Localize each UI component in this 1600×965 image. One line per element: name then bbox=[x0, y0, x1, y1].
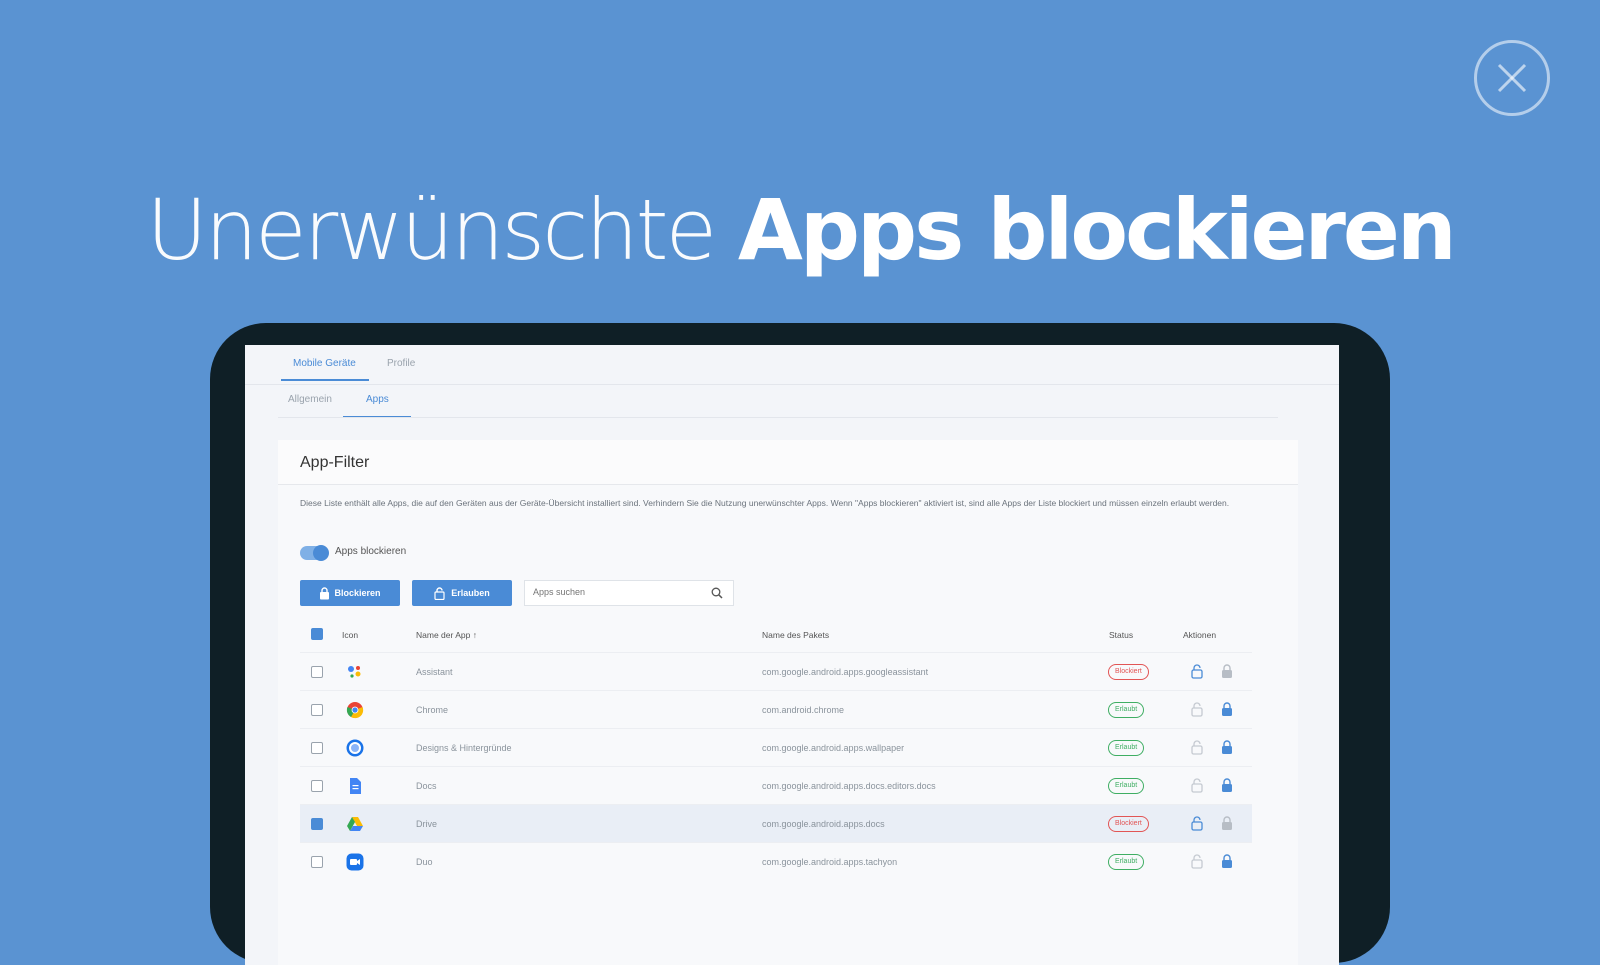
row-checkbox[interactable] bbox=[311, 742, 323, 754]
table-row[interactable]: Assistant com.google.android.apps.googlea… bbox=[300, 652, 1252, 690]
chrome-icon bbox=[346, 701, 364, 719]
card-title: App-Filter bbox=[300, 454, 370, 471]
row-checkbox[interactable] bbox=[311, 666, 323, 678]
unlock-icon bbox=[1191, 816, 1203, 831]
wallpaper-icon bbox=[346, 739, 364, 757]
column-icon: Icon bbox=[342, 630, 359, 640]
subtab-general[interactable]: Allgemein bbox=[288, 394, 332, 405]
top-tabs: Mobile Geräte Profile bbox=[245, 345, 1339, 385]
card-description: Diese Liste enthält alle Apps, die auf d… bbox=[300, 498, 1230, 508]
docs-icon bbox=[346, 777, 364, 795]
package-name: com.google.android.apps.googleassistant bbox=[762, 667, 929, 677]
close-icon bbox=[1497, 63, 1527, 93]
status-badge: Erlaubt bbox=[1108, 854, 1145, 870]
table-row[interactable]: Designs & Hintergründe com.google.android… bbox=[300, 728, 1252, 766]
table-row[interactable]: Drive com.google.android.apps.docs Blockie… bbox=[300, 804, 1252, 842]
column-app-name[interactable]: Name der App ↑ bbox=[416, 630, 477, 640]
drive-icon bbox=[346, 815, 364, 833]
lock-icon bbox=[1222, 854, 1232, 868]
duo-icon bbox=[346, 853, 364, 871]
app-name: Assistant bbox=[416, 667, 453, 677]
lock-icon bbox=[1222, 740, 1232, 754]
headline-light: Unerwünschte bbox=[146, 181, 717, 279]
lock-icon bbox=[1222, 778, 1232, 792]
unlock-action-button[interactable] bbox=[1190, 664, 1204, 681]
lock-action-button[interactable] bbox=[1220, 702, 1234, 719]
app-name: Drive bbox=[416, 819, 438, 829]
app-name: Designs & Hintergründe bbox=[416, 743, 512, 753]
app-name: Duo bbox=[416, 857, 433, 867]
status-badge: Erlaubt bbox=[1108, 778, 1145, 794]
package-name: com.google.android.apps.tachyon bbox=[762, 857, 898, 867]
table-row[interactable]: Docs com.google.android.apps.docs.editors… bbox=[300, 766, 1252, 804]
table-header: Icon Name der App ↑ Name des Pakets Stat… bbox=[300, 618, 1252, 652]
sort-arrow-icon: ↑ bbox=[472, 630, 477, 640]
row-checkbox[interactable] bbox=[311, 704, 323, 716]
unlock-action-button[interactable] bbox=[1190, 740, 1204, 757]
status-badge: Erlaubt bbox=[1108, 702, 1145, 718]
headline-bold: Apps blockieren bbox=[737, 181, 1457, 279]
tab-profiles[interactable]: Profile bbox=[387, 358, 415, 369]
lock-action-button[interactable] bbox=[1220, 740, 1234, 757]
status-badge: Blockiert bbox=[1108, 816, 1149, 832]
lock-action-button[interactable] bbox=[1220, 664, 1234, 681]
unlock-action-button[interactable] bbox=[1190, 854, 1204, 871]
block-apps-toggle[interactable] bbox=[300, 545, 329, 561]
lock-action-button[interactable] bbox=[1220, 816, 1234, 833]
unlock-action-button[interactable] bbox=[1190, 702, 1204, 719]
block-button[interactable]: Blockieren bbox=[300, 580, 400, 606]
lock-action-button[interactable] bbox=[1220, 778, 1234, 795]
allow-button-label: Erlauben bbox=[451, 588, 490, 598]
app-name: Docs bbox=[416, 781, 437, 791]
app-filter-card: App-Filter Diese Liste enthält alle Apps… bbox=[278, 440, 1298, 965]
unlock-icon bbox=[1191, 854, 1203, 869]
package-name: com.google.android.apps.wallpaper bbox=[762, 743, 905, 753]
row-checkbox[interactable] bbox=[311, 856, 323, 868]
package-name: com.google.android.apps.docs.editors.doc… bbox=[762, 781, 936, 791]
allow-button[interactable]: Erlauben bbox=[412, 580, 512, 606]
column-status: Status bbox=[1109, 630, 1134, 640]
column-app-name-label: Name der App bbox=[416, 630, 471, 640]
unlock-icon bbox=[1191, 778, 1203, 793]
close-button[interactable] bbox=[1474, 40, 1550, 116]
package-name: com.android.chrome bbox=[762, 705, 845, 715]
table-row[interactable]: Chrome com.android.chrome Erlaubt bbox=[300, 690, 1252, 728]
app-name: Chrome bbox=[416, 705, 449, 715]
subtab-apps[interactable]: Apps bbox=[366, 394, 389, 405]
row-checkbox[interactable] bbox=[311, 780, 323, 792]
select-all-checkbox[interactable] bbox=[311, 628, 323, 640]
table-row[interactable]: Duo com.google.android.apps.tachyon Erlaub… bbox=[300, 842, 1252, 880]
status-badge: Blockiert bbox=[1108, 664, 1149, 680]
toggle-knob bbox=[313, 545, 329, 561]
package-name: com.google.android.apps.docs bbox=[762, 819, 885, 829]
block-button-label: Blockieren bbox=[334, 588, 381, 598]
search-input[interactable] bbox=[533, 587, 703, 597]
tablet-screen: Mobile Geräte Profile Allgemein Apps App… bbox=[245, 345, 1339, 965]
lock-icon bbox=[1222, 816, 1232, 830]
column-actions: Aktionen bbox=[1183, 630, 1217, 640]
unlock-action-button[interactable] bbox=[1190, 816, 1204, 833]
card-header: App-Filter bbox=[278, 440, 1298, 485]
lock-icon bbox=[1222, 664, 1232, 678]
lock-icon bbox=[320, 586, 330, 599]
unlock-icon bbox=[434, 586, 445, 600]
search-box bbox=[524, 580, 734, 606]
tab-mobile-devices[interactable]: Mobile Geräte bbox=[293, 358, 356, 369]
headline: Unerwünschte Apps blockieren bbox=[0, 188, 1600, 272]
tablet-device: Mobile Geräte Profile Allgemein Apps App… bbox=[210, 323, 1390, 965]
assistant-icon bbox=[346, 663, 364, 681]
tab-active-indicator bbox=[281, 379, 369, 381]
status-badge: Erlaubt bbox=[1108, 740, 1145, 756]
unlock-action-button[interactable] bbox=[1190, 778, 1204, 795]
unlock-icon bbox=[1191, 664, 1203, 679]
unlock-icon bbox=[1191, 740, 1203, 755]
subtab-divider bbox=[278, 417, 1278, 418]
row-checkbox[interactable] bbox=[311, 818, 323, 830]
search-icon bbox=[711, 587, 723, 599]
column-package: Name des Pakets bbox=[762, 630, 830, 640]
unlock-icon bbox=[1191, 702, 1203, 717]
lock-icon bbox=[1222, 702, 1232, 716]
toggle-label: Apps blockieren bbox=[335, 546, 407, 557]
lock-action-button[interactable] bbox=[1220, 854, 1234, 871]
